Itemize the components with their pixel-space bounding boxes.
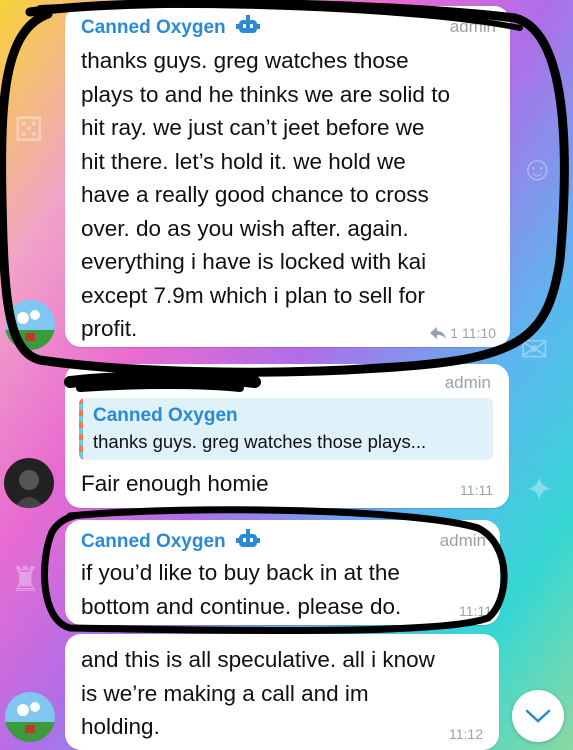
message-line: except 7.9m which i plan to sell for xyxy=(81,282,425,308)
message-text: if you’d like to buy back in at the bott… xyxy=(81,556,401,623)
message-line: have a really good chance to cross xyxy=(81,182,429,207)
message-bubble[interactable]: and this is all speculative. all i know … xyxy=(65,634,499,750)
message-bubble[interactable]: Canned Oxygen admin if you’d like to buy… xyxy=(65,520,500,625)
reply-count: 1 xyxy=(450,325,458,341)
message-time: 11:11 xyxy=(459,603,492,619)
message-line: if you’d like to buy back in at the xyxy=(81,560,400,585)
quote-bar xyxy=(79,398,83,460)
admin-badge: admin xyxy=(439,531,486,550)
background-doodle-icon: ✉ xyxy=(520,331,549,369)
reply-info[interactable]: 1 11:10 xyxy=(430,325,496,341)
avatar[interactable] xyxy=(5,692,55,742)
robot-face-icon xyxy=(236,529,261,554)
message-text: and this is all speculative. all i know … xyxy=(81,643,435,744)
quote-sender: Canned Oxygen xyxy=(93,405,238,426)
sender-name[interactable]: Canned Oxygen xyxy=(81,17,226,38)
message-bubble[interactable]: Canned Oxygen admin thanks guys. greg wa… xyxy=(65,6,510,347)
message-line: everything i have is locked with kai xyxy=(81,249,427,274)
message-line: bottom and continue. please do. xyxy=(81,593,402,619)
message-text: thanks guys. greg watches those plays to… xyxy=(81,44,506,346)
background-doodle-icon: ⚄ xyxy=(14,111,44,149)
avatar[interactable] xyxy=(4,458,54,508)
message-line: over. do as you wish after. again. xyxy=(81,215,409,241)
message-line: hit there. let’s hold it. we hold we xyxy=(81,148,406,174)
message-line: is we’re making a call and im xyxy=(81,680,369,706)
quote-text: thanks guys. greg watches those plays... xyxy=(93,431,427,452)
avatar[interactable] xyxy=(5,300,55,350)
robot-face-icon xyxy=(236,15,261,40)
background-doodle-icon: ✦ xyxy=(525,471,554,509)
message-line: hit ray. we just can’t jeet before we xyxy=(81,115,425,140)
message-time: 11:12 xyxy=(449,726,483,742)
message-time: 11:10 xyxy=(462,325,496,341)
admin-badge: admin xyxy=(444,373,491,392)
sender-row: Canned Oxygen xyxy=(81,529,261,554)
message-bubble[interactable]: admin Canned Oxygen thanks guys. greg wa… xyxy=(65,364,509,508)
scroll-to-bottom-button[interactable] xyxy=(512,690,564,742)
quoted-message[interactable]: Canned Oxygen thanks guys. greg watches … xyxy=(79,398,493,460)
background-doodle-icon: ☺ xyxy=(520,150,555,188)
message-line: and this is all speculative. all i know xyxy=(81,647,435,672)
chevron-down-icon xyxy=(525,709,551,723)
message-time: 11:11 xyxy=(460,482,493,498)
message-text: Fair enough homie xyxy=(81,471,269,496)
message-line: plays to and he thinks we are solid to xyxy=(81,81,450,107)
sender-row: Canned Oxygen xyxy=(81,15,261,40)
reply-arrow-icon xyxy=(430,327,447,339)
message-line: holding. xyxy=(81,714,160,739)
background-doodle-icon: ♜ xyxy=(10,561,41,599)
sender-name[interactable]: Canned Oxygen xyxy=(81,531,226,552)
message-line: thanks guys. greg watches those xyxy=(81,48,409,73)
admin-badge: admin xyxy=(449,17,496,36)
